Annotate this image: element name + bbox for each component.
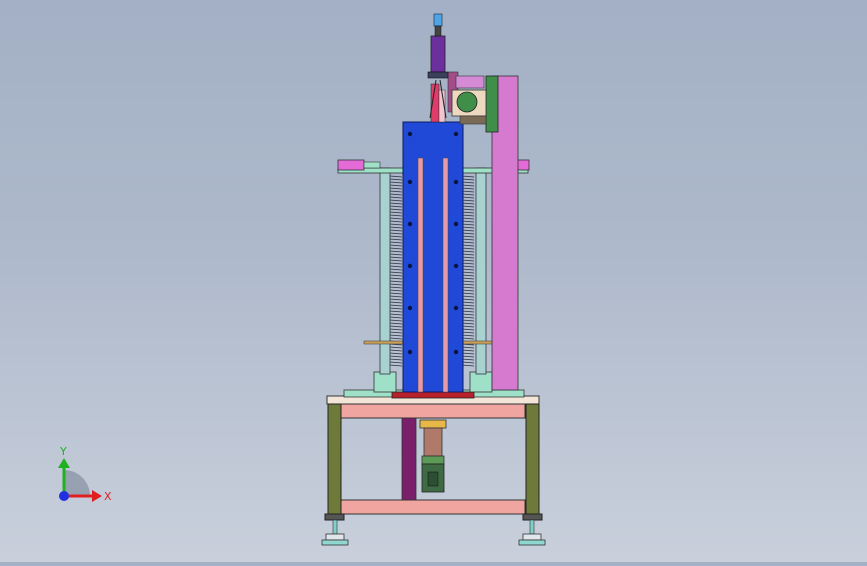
purple-support-post xyxy=(401,417,417,501)
left-leg-cap xyxy=(324,513,345,521)
y-axis-label: Y xyxy=(59,445,67,458)
column-slot-left xyxy=(417,157,424,393)
left-rod-mount xyxy=(373,371,397,393)
main-column[interactable] xyxy=(402,121,464,393)
z-axis-indicator xyxy=(59,491,69,501)
head-motor-face xyxy=(456,91,478,113)
column-slot-right xyxy=(442,157,449,393)
actuator-collar xyxy=(421,455,445,465)
top-cylinder xyxy=(430,35,446,73)
frame-left-leg xyxy=(327,403,342,517)
left-cylinder xyxy=(337,159,365,171)
frame-right-leg xyxy=(525,403,540,517)
top-fitting xyxy=(433,13,443,27)
green-side-block xyxy=(485,75,499,133)
red-base-strip xyxy=(391,391,475,399)
x-axis-label: X xyxy=(104,490,112,503)
right-leg-cap xyxy=(522,513,543,521)
left-rod-clamp xyxy=(363,340,405,345)
frame-lower-rail xyxy=(340,499,526,515)
coordinate-triad: Y X xyxy=(58,445,112,503)
actuator-cap xyxy=(419,419,447,429)
right-rod-mount xyxy=(469,371,493,393)
head-assembly[interactable] xyxy=(427,13,487,125)
leveling-feet xyxy=(321,519,546,546)
actuator-body xyxy=(423,427,443,457)
frame-upper-rail xyxy=(340,403,526,419)
machine-assembly-view[interactable]: Y X xyxy=(0,0,867,562)
top-cylinder-flange xyxy=(427,71,449,79)
cad-viewport[interactable]: Y X xyxy=(0,0,867,562)
triad-arc xyxy=(64,470,90,496)
under-table-assembly[interactable] xyxy=(401,417,447,501)
